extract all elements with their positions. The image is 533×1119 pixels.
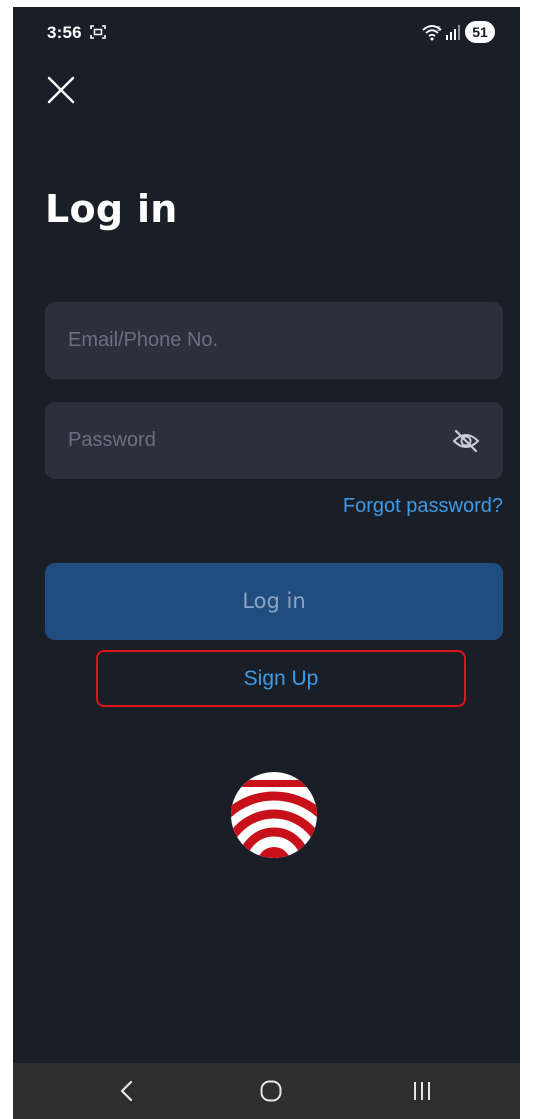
system-nav-bar [13, 1063, 520, 1119]
forgot-password-link[interactable]: Forgot password? [343, 495, 503, 518]
wifi-icon: 5 [422, 25, 442, 41]
home-icon[interactable] [259, 1079, 283, 1103]
status-time: 3:56 [47, 23, 82, 42]
password-field[interactable] [45, 402, 503, 479]
email-field-container [45, 302, 503, 379]
password-field-container [45, 402, 503, 479]
email-field[interactable] [45, 302, 503, 379]
close-icon[interactable] [44, 73, 78, 107]
eye-off-icon[interactable] [451, 426, 481, 456]
brand-logo [231, 772, 317, 858]
signal-icon [446, 25, 460, 40]
battery-indicator: 51 [465, 21, 495, 43]
back-icon[interactable] [117, 1079, 137, 1103]
status-bar: 3:56 5 51 [13, 7, 520, 59]
recent-apps-icon[interactable] [411, 1080, 433, 1102]
screen-capture-icon [90, 25, 106, 39]
signup-button[interactable]: Sign Up [96, 650, 466, 707]
page-title: Log in [45, 187, 178, 231]
wifi-band-label: 5 [437, 26, 441, 33]
login-button[interactable]: Log in [45, 563, 503, 640]
app-screen: 3:56 5 51 Log in Email/Phone No. Forgot … [13, 7, 520, 1119]
